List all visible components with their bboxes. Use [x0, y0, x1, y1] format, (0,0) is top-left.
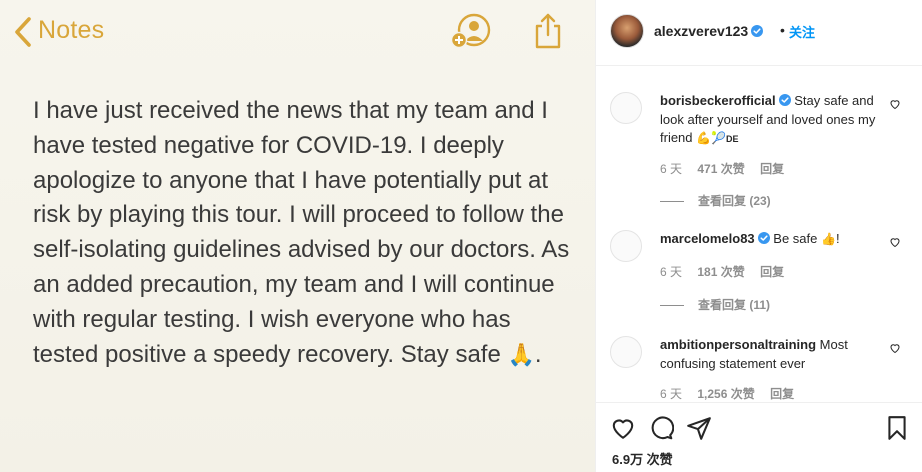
author-username-text[interactable]: alexzverev123: [654, 23, 748, 39]
view-replies-label[interactable]: 查看回复 (11): [698, 298, 770, 312]
verified-badge-icon: [751, 25, 764, 37]
comment-time: 6 天: [660, 162, 683, 176]
share-send-icon[interactable]: [686, 415, 712, 441]
commenter-avatar[interactable]: [610, 92, 642, 124]
comment-likes[interactable]: 1,256 次赞: [697, 387, 754, 401]
notes-toolbar: Notes: [0, 0, 595, 62]
reply-button[interactable]: 回复: [770, 387, 794, 401]
view-replies-dash: [660, 201, 684, 203]
comment-emoji: 👍: [821, 232, 836, 246]
comments-panel: alexzverev123 • 关注 borisbeckerofficial S…: [595, 0, 922, 472]
comment-emoji: 💪🎾: [696, 131, 727, 145]
heart-icon[interactable]: [889, 98, 901, 110]
chevron-left-icon: [15, 17, 31, 47]
reply-button[interactable]: 回复: [760, 265, 784, 279]
note-end-punct: .: [534, 340, 542, 368]
share-icon: [535, 13, 561, 49]
view-replies-button[interactable]: 查看回复 (23): [660, 192, 771, 209]
comment-likes[interactable]: 181 次赞: [697, 265, 744, 279]
note-body-text: I have just received the news that my te…: [33, 94, 573, 372]
commenter-avatar[interactable]: [610, 230, 642, 262]
verified-badge-icon: [757, 232, 770, 244]
add-person-icon: [450, 13, 491, 49]
commenter-avatar[interactable]: [610, 336, 642, 368]
follow-button[interactable]: 关注: [789, 22, 815, 41]
flag-emoji: DE: [726, 134, 739, 144]
verified-badge-icon: [778, 94, 791, 106]
bookmark-icon[interactable]: [884, 415, 910, 441]
post-actions-bar: 6.9万 次赞: [596, 402, 922, 472]
comment-suffix: !: [835, 231, 840, 246]
note-text: I have just received the news that my te…: [33, 97, 570, 368]
post-image-notes: Notes I have just received the news that…: [0, 0, 595, 472]
comment-meta: 6 天 471 次赞 回复: [660, 160, 796, 177]
app-root: Notes I have just received the news that…: [0, 0, 922, 472]
comment-text: marcelomelo83 Be safe 👍!: [660, 230, 885, 249]
comment-meta: 6 天 1,256 次赞 回复: [660, 385, 806, 402]
commenter-username[interactable]: ambitionpersonaltraining: [660, 337, 816, 352]
comment-bubble-icon[interactable]: [648, 415, 674, 441]
post-header: alexzverev123 • 关注: [596, 0, 922, 66]
comment-body: Be safe: [773, 231, 818, 246]
comment-text: ambitionpersonaltraining Most confusing …: [660, 336, 885, 373]
reply-button[interactable]: 回复: [760, 162, 784, 176]
comment-likes[interactable]: 471 次赞: [697, 162, 744, 176]
heart-icon[interactable]: [889, 236, 901, 248]
comment-meta: 6 天 181 次赞 回复: [660, 263, 796, 280]
header-separator: •: [780, 22, 785, 38]
praying-hands-emoji: 🙏: [507, 341, 535, 367]
comment-time: 6 天: [660, 387, 683, 401]
author-username[interactable]: alexzverev123: [654, 23, 764, 39]
author-avatar[interactable]: [610, 14, 644, 48]
comment-time: 6 天: [660, 265, 683, 279]
view-replies-dash: [660, 305, 684, 307]
view-replies-button[interactable]: 查看回复 (11): [660, 296, 770, 313]
commenter-username[interactable]: marcelomelo83: [660, 231, 755, 246]
view-replies-label[interactable]: 查看回复 (23): [698, 194, 771, 208]
notes-back-label: Notes: [38, 16, 105, 44]
post-likes-count[interactable]: 6.9万 次赞: [612, 449, 673, 468]
commenter-username[interactable]: borisbeckerofficial: [660, 93, 776, 108]
like-heart-icon[interactable]: [610, 415, 636, 441]
comment-text: borisbeckerofficial Stay safe and look a…: [660, 92, 885, 149]
heart-icon[interactable]: [889, 342, 901, 354]
